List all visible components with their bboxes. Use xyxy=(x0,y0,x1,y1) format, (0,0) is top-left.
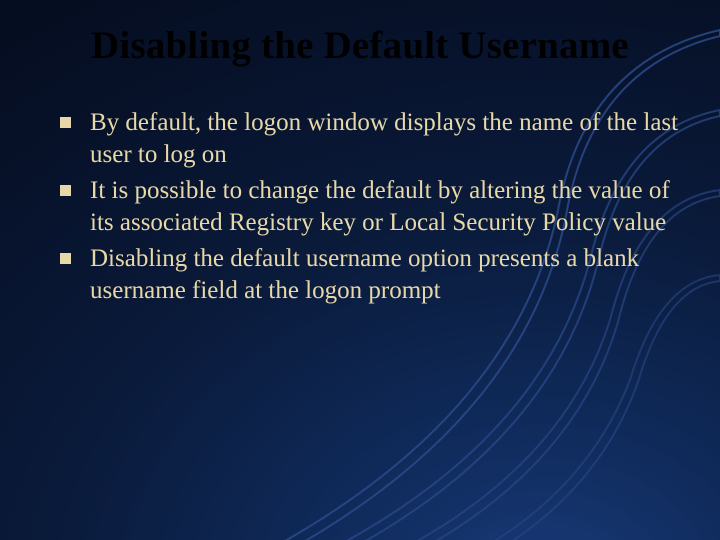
bullet-list: By default, the logon window displays th… xyxy=(28,107,692,307)
list-item: By default, the logon window displays th… xyxy=(60,107,692,171)
square-bullet-icon xyxy=(60,185,71,196)
bullet-text: By default, the logon window displays th… xyxy=(90,109,678,168)
list-item: It is possible to change the default by … xyxy=(60,175,692,239)
list-item: Disabling the default username option pr… xyxy=(60,243,692,307)
square-bullet-icon xyxy=(60,253,71,264)
square-bullet-icon xyxy=(60,117,71,128)
slide-title: Disabling the Default Username xyxy=(28,26,692,67)
bullet-text: Disabling the default username option pr… xyxy=(90,245,639,304)
bullet-text: It is possible to change the default by … xyxy=(90,177,670,236)
slide-container: Disabling the Default Username By defaul… xyxy=(0,0,720,540)
